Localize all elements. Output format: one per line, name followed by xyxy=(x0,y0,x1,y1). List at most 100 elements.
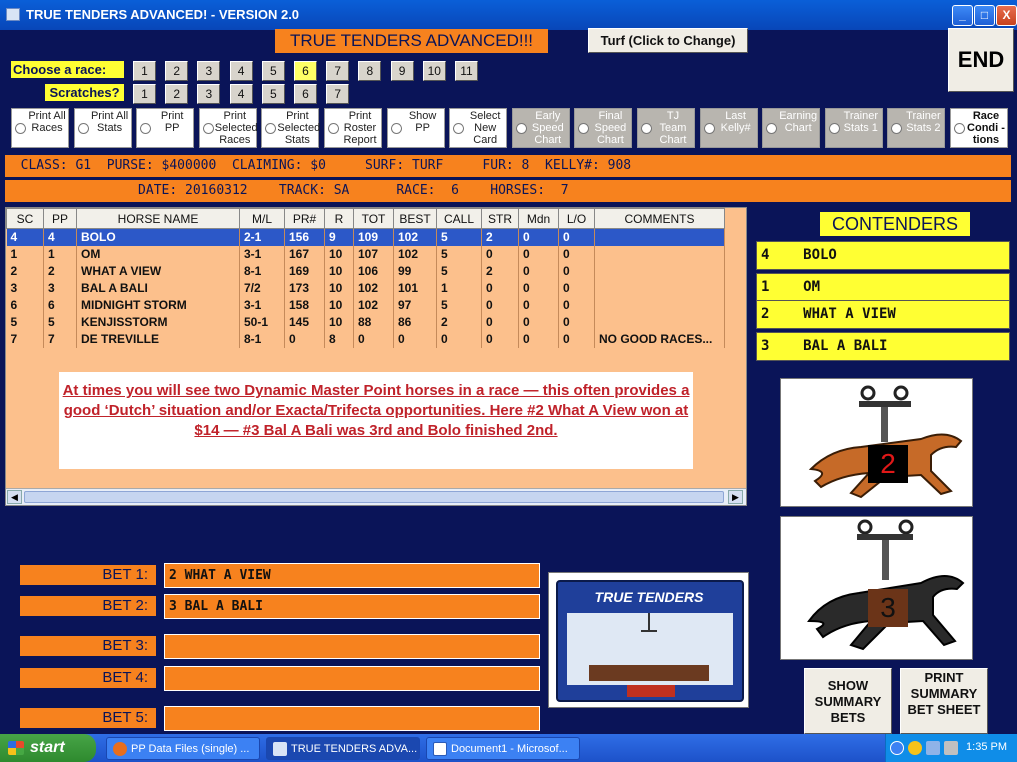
column-header-pr-[interactable]: PR# xyxy=(284,208,325,229)
race-button-2[interactable]: 2 xyxy=(165,61,189,81)
option-select-new-card[interactable]: Select New Card xyxy=(449,108,508,148)
table-row[interactable]: 3 3 BAL A BALI 7/2 173 10 102 101 1 0 0 0 xyxy=(6,279,725,297)
scratch-button-7[interactable]: 7 xyxy=(326,84,350,104)
race-button-1[interactable]: 1 xyxy=(133,61,156,81)
taskbar-item-document[interactable]: Document1 - Microsof... xyxy=(426,737,580,760)
radio-icon[interactable] xyxy=(15,123,26,134)
race-button-6[interactable]: 6 xyxy=(294,61,317,81)
scratch-button-3[interactable]: 3 xyxy=(197,84,221,104)
bet-field-4[interactable] xyxy=(164,666,540,691)
column-header-sc[interactable]: SC xyxy=(6,208,44,229)
option-final-speed-chart[interactable]: Final Speed Chart xyxy=(574,108,633,148)
contender-2[interactable]: 1 OM xyxy=(756,273,1010,302)
option-early-speed-chart[interactable]: Early Speed Chart xyxy=(511,108,570,148)
race-button-7[interactable]: 7 xyxy=(326,61,350,81)
column-header-comments[interactable]: COMMENTS xyxy=(594,208,725,229)
bet-field-1[interactable]: 2 WHAT A VIEW xyxy=(164,563,540,588)
security-shield-icon[interactable] xyxy=(908,741,922,755)
radio-icon[interactable] xyxy=(954,123,965,134)
column-header-horse-name[interactable]: HORSE NAME xyxy=(76,208,240,229)
option-print-all-stats[interactable]: Print All Stats xyxy=(73,108,132,148)
column-header-best[interactable]: BEST xyxy=(393,208,437,229)
column-header-r[interactable]: R xyxy=(324,208,354,229)
radio-icon[interactable] xyxy=(515,123,527,134)
scroll-right-icon[interactable]: ▶ xyxy=(728,490,743,504)
column-header-tot[interactable]: TOT xyxy=(353,208,394,229)
taskbar-item-true-tenders[interactable]: TRUE TENDERS ADVA... xyxy=(266,737,420,760)
radio-icon[interactable] xyxy=(891,123,903,134)
volume-icon[interactable] xyxy=(944,741,958,755)
radio-icon[interactable] xyxy=(202,123,214,134)
radio-icon[interactable] xyxy=(77,123,89,134)
option-print-selected-stats[interactable]: Print Selected Stats xyxy=(261,108,320,148)
scroll-thumb[interactable] xyxy=(24,491,724,503)
radio-icon[interactable] xyxy=(828,123,840,134)
radio-icon[interactable] xyxy=(641,123,652,134)
option-show-pp[interactable]: Show PP xyxy=(386,108,445,148)
radio-icon[interactable] xyxy=(703,123,715,134)
race-button-3[interactable]: 3 xyxy=(197,61,221,81)
end-button[interactable]: END xyxy=(948,28,1014,92)
window-titlebar[interactable]: TRUE TENDERS ADVANCED! - VERSION 2.0 _ □… xyxy=(0,0,1017,30)
table-row[interactable]: 1 1 OM 3-1 167 10 107 102 5 0 0 0 xyxy=(6,245,725,263)
close-button[interactable]: X xyxy=(996,5,1017,26)
radio-icon[interactable] xyxy=(766,123,778,134)
contender-1[interactable]: 4 BOLO xyxy=(756,241,1010,270)
race-button-8[interactable]: 8 xyxy=(358,61,382,81)
maximize-button[interactable]: □ xyxy=(974,5,995,26)
scratch-button-1[interactable]: 1 xyxy=(133,84,156,104)
option-race-condi-tions[interactable]: Race Condi -tions xyxy=(950,108,1008,148)
option-print-pp[interactable]: Print PP xyxy=(136,108,195,148)
option-print-all-races[interactable]: Print All Races xyxy=(11,108,69,148)
column-header-m-l[interactable]: M/L xyxy=(239,208,285,229)
race-button-4[interactable]: 4 xyxy=(229,61,253,81)
bet-field-3[interactable] xyxy=(164,634,540,659)
horizontal-scrollbar[interactable]: ◀ ▶ xyxy=(6,488,746,505)
option-earning-chart[interactable]: Earning Chart xyxy=(762,108,821,148)
taskbar-item-pp-data[interactable]: PP Data Files (single) ... xyxy=(106,737,260,760)
radio-icon[interactable] xyxy=(140,123,152,134)
radio-icon[interactable] xyxy=(578,123,590,134)
network-icon[interactable] xyxy=(926,741,940,755)
contender-3[interactable]: 2 WHAT A VIEW xyxy=(756,300,1010,329)
table-row[interactable]: 2 2 WHAT A VIEW 8-1 169 10 106 99 5 2 0 0 xyxy=(6,262,725,280)
bet-field-2[interactable]: 3 BAL A BALI xyxy=(164,594,540,619)
column-header-pp[interactable]: PP xyxy=(43,208,77,229)
turf-toggle-button[interactable]: Turf (Click to Change) xyxy=(588,28,748,53)
scratch-button-5[interactable]: 5 xyxy=(261,84,285,104)
show-summary-bets-button[interactable]: SHOW SUMMARY BETS xyxy=(804,668,892,734)
option-print-selected-races[interactable]: Print Selected Races xyxy=(198,108,258,148)
option-trainer-stats-2[interactable]: Trainer Stats 2 xyxy=(887,108,946,148)
contender-4[interactable]: 3 BAL A BALI xyxy=(756,332,1010,361)
scratch-button-4[interactable]: 4 xyxy=(229,84,253,104)
scroll-left-icon[interactable]: ◀ xyxy=(7,490,22,504)
table-cell: MIDNIGHT STORM xyxy=(76,296,240,314)
radio-icon[interactable] xyxy=(453,123,465,134)
race-button-11[interactable]: 11 xyxy=(455,61,478,81)
tray-expand-icon[interactable] xyxy=(890,741,904,755)
option-last-kelly-[interactable]: Last Kelly# xyxy=(699,108,758,148)
start-button[interactable]: start xyxy=(0,734,96,762)
option-trainer-stats-1[interactable]: Trainer Stats 1 xyxy=(824,108,883,148)
bet-field-5[interactable] xyxy=(164,706,540,731)
race-button-9[interactable]: 9 xyxy=(390,61,414,81)
column-header-l-o[interactable]: L/O xyxy=(558,208,595,229)
table-row[interactable]: 5 5 KENJISSTORM 50-1 145 10 88 86 2 0 0 0 xyxy=(6,313,725,331)
column-header-call[interactable]: CALL xyxy=(436,208,482,229)
scratch-button-2[interactable]: 2 xyxy=(165,84,189,104)
table-row[interactable]: 6 6 MIDNIGHT STORM 3-1 158 10 102 97 5 0 0 0 xyxy=(6,296,725,314)
option-tj-team-chart[interactable]: TJ Team Chart xyxy=(637,108,695,148)
option-print-roster-report[interactable]: Print Roster Report xyxy=(324,108,382,148)
race-button-5[interactable]: 5 xyxy=(261,61,285,81)
race-button-10[interactable]: 10 xyxy=(422,61,446,81)
column-header-mdn[interactable]: Mdn xyxy=(518,208,559,229)
radio-icon[interactable] xyxy=(265,123,277,134)
scratch-button-6[interactable]: 6 xyxy=(294,84,317,104)
radio-icon[interactable] xyxy=(390,123,402,134)
column-header-str[interactable]: STR xyxy=(481,208,519,229)
radio-icon[interactable] xyxy=(328,123,339,134)
table-row[interactable]: 4 4 BOLO 2-1 156 9 109 102 5 2 0 0 xyxy=(6,228,725,246)
table-row[interactable]: 7 7 DE TREVILLE 8-1 0 8 0 0 0 0 0 0 NO GOOD RACES... xyxy=(6,330,725,348)
minimize-button[interactable]: _ xyxy=(952,5,973,26)
print-summary-bet-sheet-button[interactable]: PRINT SUMMARY BET SHEET xyxy=(900,668,988,734)
